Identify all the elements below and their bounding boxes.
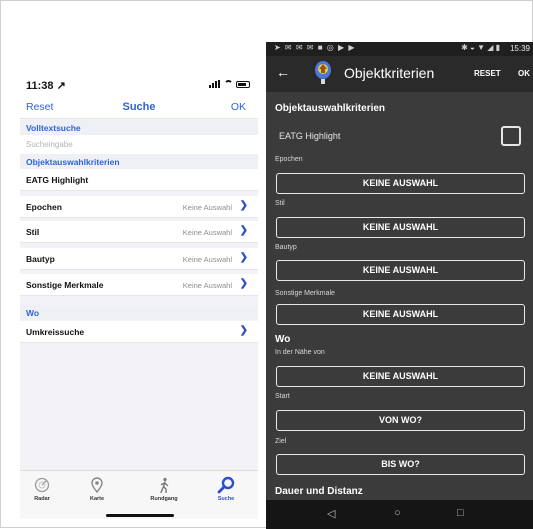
nav-recents-icon[interactable]: □: [457, 507, 464, 519]
tab-label: Karte: [89, 496, 105, 502]
nav-home-icon[interactable]: ○: [394, 507, 401, 519]
bautyp-select-button[interactable]: KEINE AUSWAHL: [276, 260, 525, 281]
app-bar-title: Objektkriterien: [344, 65, 435, 81]
field-label-bautyp: Bautyp: [275, 244, 297, 251]
stil-select-button[interactable]: KEINE AUSWAHL: [276, 217, 525, 238]
section-header-dauer-und-distanz: Dauer und Distanz: [275, 486, 363, 497]
signal-icon: [209, 80, 221, 88]
row-epochen[interactable]: Epochen Keine Auswahl ❯: [20, 196, 258, 218]
tab-bar: Radar Karte Rundgang Suche: [20, 470, 258, 519]
tab-suche[interactable]: Suche: [206, 476, 246, 502]
row-eatg-highlight[interactable]: EATG Highlight: [20, 169, 258, 191]
section-header-volltextsuche: Volltextsuche: [20, 120, 258, 135]
eatg-highlight-checkbox[interactable]: [501, 126, 521, 146]
section-header-objektauswahlkriterien: Objektauswahlkriterien: [20, 154, 258, 169]
section-header-wo: Wo: [275, 334, 291, 345]
ziel-select-button[interactable]: BIS WO?: [276, 454, 525, 475]
chevron-right-icon: ❯: [239, 252, 248, 263]
back-arrow-icon[interactable]: ←: [276, 64, 290, 80]
ios-nav-bar: Reset Suche OK: [20, 97, 258, 119]
eatg-highlight-label: EATG Highlight: [279, 131, 341, 141]
app-logo-icon: [315, 61, 331, 84]
row-label: Epochen: [26, 202, 62, 212]
row-label: Bautyp: [26, 254, 55, 264]
row-value: Keine Auswahl: [182, 255, 232, 264]
status-time: 15:39: [509, 44, 530, 53]
field-label-epochen: Epochen: [275, 156, 303, 163]
field-label-ziel: Ziel: [275, 438, 287, 445]
android-status-bar: ➤ ✉ ✉ ✉ ■ ◎ ▶ ▶ ✱ ◒ ▼ ◢ ▮ 15:39: [266, 42, 533, 56]
sonstige-merkmale-select-button[interactable]: KEINE AUSWAHL: [276, 304, 525, 325]
row-label: Stil: [26, 227, 40, 237]
row-value: Keine Auswahl: [182, 203, 232, 212]
row-bautyp[interactable]: Bautyp Keine Auswahl ❯: [20, 248, 258, 270]
section-header-wo: Wo: [20, 305, 258, 320]
nav-back-icon[interactable]: ◁: [327, 507, 335, 520]
android-criteria-screen: ➤ ✉ ✉ ✉ ■ ◎ ▶ ▶ ✱ ◒ ▼ ◢ ▮ 15:39 ← Objekt…: [266, 42, 533, 529]
tab-label: Suche: [217, 496, 235, 502]
row-label: EATG Highlight: [26, 175, 89, 185]
row-stil[interactable]: Stil Keine Auswahl ❯: [20, 221, 258, 243]
reset-button[interactable]: RESET: [474, 69, 501, 78]
wifi-icon: [224, 80, 233, 88]
tab-label: Radar: [34, 496, 50, 502]
status-icons: [209, 80, 250, 88]
field-label-sonstige-merkmale: Sonstige Merkmale: [275, 290, 335, 297]
tab-label: Rundgang: [150, 496, 178, 502]
ios-search-screen: 11:38 ↗ Reset Suche OK Volltextsuche Obj…: [20, 73, 258, 519]
tab-radar[interactable]: Radar: [22, 477, 62, 502]
row-value: Keine Auswahl: [182, 281, 232, 290]
map-pin-icon: [77, 477, 117, 493]
row-label: Sonstige Merkmale: [26, 280, 104, 290]
epochen-select-button[interactable]: KEINE AUSWAHL: [276, 173, 525, 194]
android-navigation-bar: ◁ ○ □: [266, 500, 533, 529]
search-icon: [206, 476, 246, 494]
notification-icons: ➤ ✉ ✉ ✉ ■ ◎ ▶ ▶: [274, 43, 356, 52]
home-indicator: [106, 514, 174, 517]
walking-person-icon: [144, 477, 184, 493]
chevron-right-icon: ❯: [239, 225, 248, 236]
start-select-button[interactable]: VON WO?: [276, 410, 525, 431]
screenshot-frame: 11:38 ↗ Reset Suche OK Volltextsuche Obj…: [0, 0, 533, 529]
row-label: Umkreissuche: [26, 327, 85, 337]
status-time: 11:38 ↗: [26, 80, 66, 92]
page-title: Suche: [122, 101, 156, 113]
naehe-select-button[interactable]: KEINE AUSWAHL: [276, 366, 525, 387]
radar-icon: [22, 477, 62, 493]
chevron-right-icon: ❯: [239, 325, 248, 336]
row-value: Keine Auswahl: [182, 228, 232, 237]
section-header-objektauswahlkriterien: Objektauswahlkriterien: [275, 103, 386, 114]
field-label-start: Start: [275, 393, 290, 400]
field-label-stil: Stil: [275, 200, 285, 207]
app-bar: ← Objektkriterien RESET OK: [266, 56, 533, 92]
tab-karte[interactable]: Karte: [77, 477, 117, 502]
search-input[interactable]: [26, 138, 246, 151]
ok-button[interactable]: OK: [518, 69, 530, 78]
tab-rundgang[interactable]: Rundgang: [144, 477, 184, 502]
chevron-right-icon: ❯: [239, 200, 248, 211]
chevron-right-icon: ❯: [239, 278, 248, 289]
system-icons: ✱ ◒ ▼ ◢ ▮: [461, 43, 500, 52]
row-sonstige-merkmale[interactable]: Sonstige Merkmale Keine Auswahl ❯: [20, 274, 258, 296]
ok-button[interactable]: OK: [231, 101, 246, 113]
field-label-in-der-naehe-von: In der Nähe von: [275, 349, 325, 356]
row-umkreissuche[interactable]: Umkreissuche ❯: [20, 321, 258, 343]
search-field: [20, 135, 258, 154]
ios-status-bar: 11:38 ↗: [20, 73, 258, 97]
battery-icon: [236, 80, 250, 88]
